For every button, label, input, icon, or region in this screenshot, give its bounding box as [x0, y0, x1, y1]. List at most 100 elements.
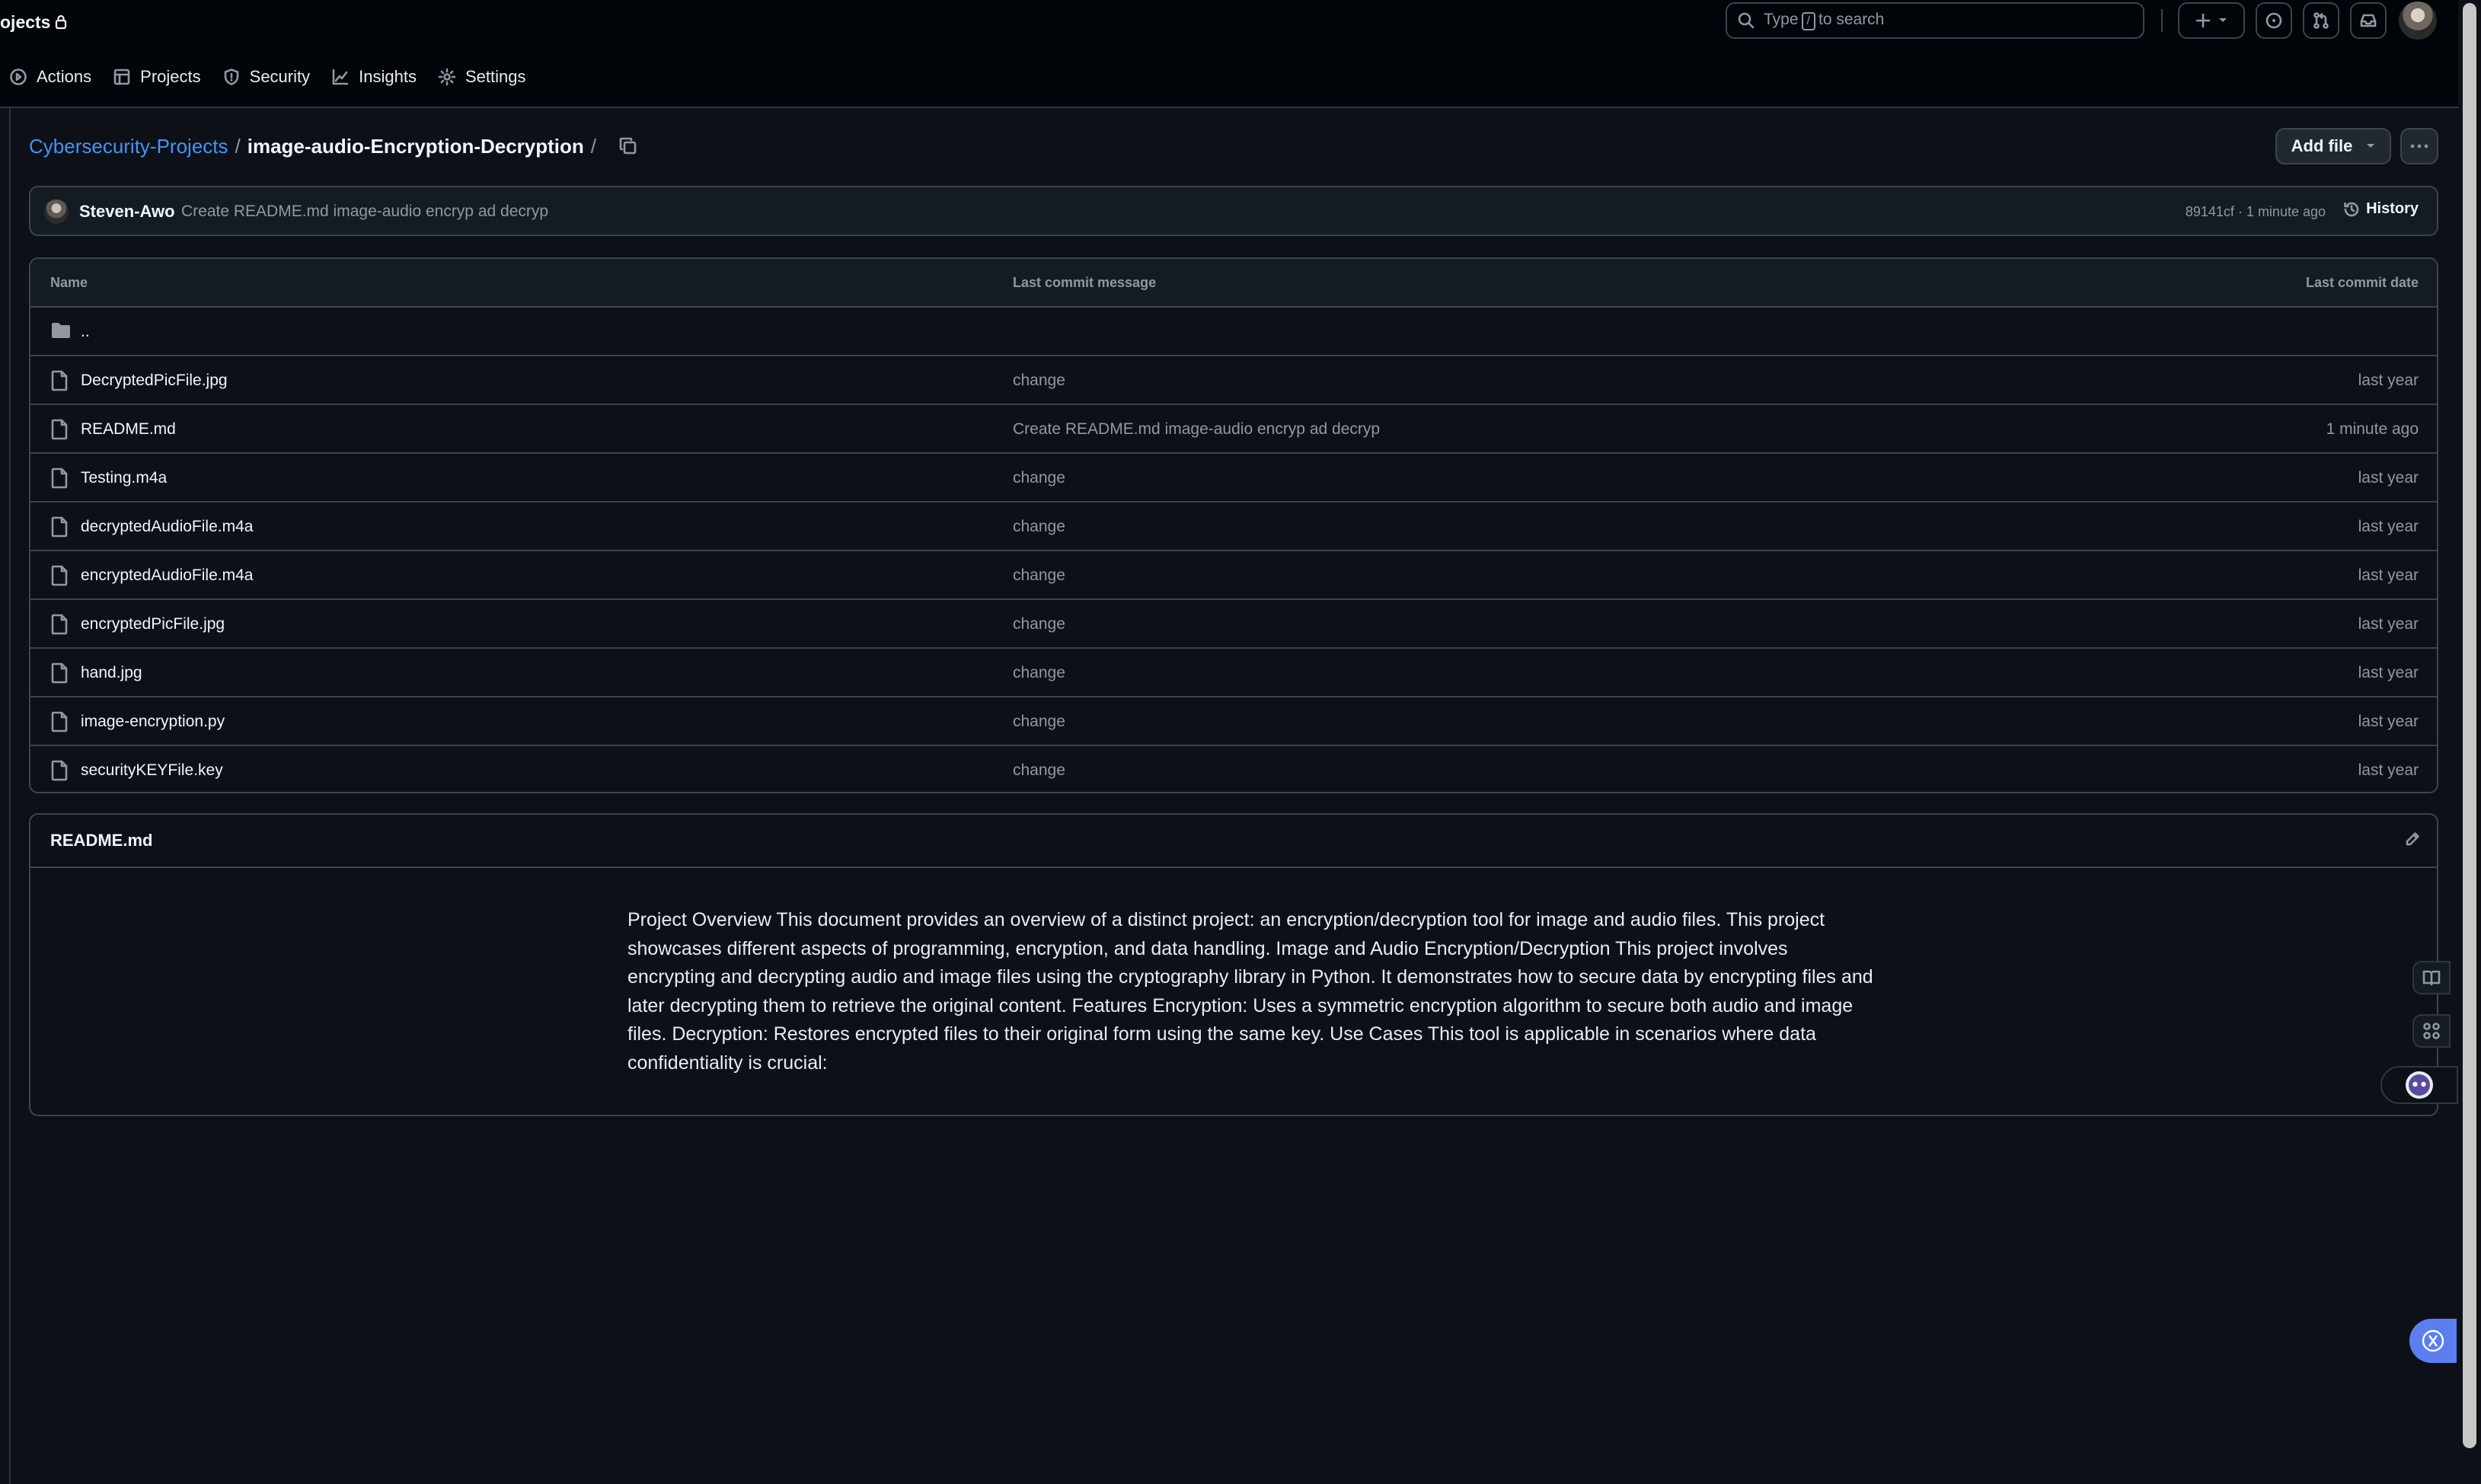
issue-opened-icon	[2265, 11, 2283, 30]
column-name: Name	[50, 275, 88, 290]
file-row[interactable]: encryptedAudioFile.m4a change last year	[30, 551, 2437, 600]
add-file-button[interactable]: Add file	[2275, 128, 2391, 164]
file-commit-message[interactable]: change	[1013, 518, 1065, 536]
breadcrumb-separator: /	[235, 134, 241, 158]
nav-settings-label: Settings	[465, 67, 526, 86]
file-commit-date: last year	[2358, 713, 2419, 730]
file-row[interactable]: DecryptedPicFile.jpg change last year	[30, 356, 2437, 405]
repo-title[interactable]: ojects	[0, 9, 67, 35]
folder-icon	[50, 321, 72, 340]
breadcrumb-separator: /	[590, 134, 597, 158]
file-name-link[interactable]: Testing.m4a	[81, 469, 167, 487]
left-border	[9, 107, 11, 1484]
file-commit-date: last year	[2358, 761, 2419, 779]
file-icon	[50, 662, 69, 684]
nav-actions[interactable]: Actions	[0, 64, 104, 90]
page-scrollbar[interactable]	[2458, 0, 2481, 1484]
file-icon	[50, 565, 69, 586]
issues-button[interactable]	[2256, 2, 2292, 39]
repo-nav: Actions Projects Security Insights Setti…	[0, 64, 538, 90]
file-icon	[50, 419, 69, 440]
file-row[interactable]: securityKEYFile.key change last year	[30, 746, 2437, 792]
breadcrumb-current-dir: image-audio-Encryption-Decryption	[247, 134, 584, 158]
create-new-button[interactable]	[2178, 2, 2245, 39]
commit-message[interactable]: Create README.md image-audio encryp ad d…	[181, 203, 548, 221]
file-commit-message[interactable]: change	[1013, 761, 1065, 780]
file-name-link[interactable]: image-encryption.py	[81, 713, 225, 731]
pull-requests-button[interactable]	[2303, 2, 2339, 39]
file-name-link[interactable]: decryptedAudioFile.m4a	[81, 518, 253, 536]
column-last-commit-message: Last commit message	[1013, 275, 1157, 290]
inbox-button[interactable]	[2350, 2, 2387, 39]
nav-projects-label: Projects	[140, 67, 201, 86]
file-name-link[interactable]: README.md	[81, 420, 176, 439]
inbox-icon	[2359, 11, 2377, 30]
file-icon	[50, 711, 69, 732]
parent-directory-row[interactable]: ..	[30, 308, 2437, 356]
file-commit-message[interactable]: change	[1013, 664, 1065, 682]
assistant-widget-button[interactable]	[2380, 1066, 2458, 1104]
file-commit-message[interactable]: change	[1013, 566, 1065, 585]
commit-author[interactable]: Steven-Awo	[79, 202, 175, 222]
file-row[interactable]: image-encryption.py change last year	[30, 697, 2437, 746]
git-pull-request-icon	[2312, 11, 2330, 30]
file-name-link[interactable]: DecryptedPicFile.jpg	[81, 372, 228, 390]
scissors-icon	[2422, 1329, 2444, 1352]
file-commit-message[interactable]: change	[1013, 469, 1065, 487]
file-commit-date: last year	[2358, 518, 2419, 535]
file-name-link[interactable]: encryptedPicFile.jpg	[81, 615, 225, 633]
history-icon	[2343, 201, 2360, 218]
search-placeholder-after: to search	[1818, 11, 1885, 28]
file-row[interactable]: Testing.m4a change last year	[30, 454, 2437, 503]
nav-projects[interactable]: Projects	[104, 64, 212, 90]
file-name-link[interactable]: encryptedAudioFile.m4a	[81, 566, 253, 585]
file-commit-message[interactable]: change	[1013, 615, 1065, 633]
file-row[interactable]: decryptedAudioFile.m4a change last year	[30, 503, 2437, 551]
file-table: Name Last commit message Last commit dat…	[29, 257, 2438, 793]
search-placeholder-before: Type	[1764, 11, 1799, 28]
history-button[interactable]: History	[2343, 200, 2419, 218]
file-commit-date: last year	[2358, 664, 2419, 681]
file-row[interactable]: hand.jpg change last year	[30, 649, 2437, 697]
reader-mode-button[interactable]	[2412, 961, 2451, 994]
triangle-down-icon	[2366, 143, 2375, 149]
more-options-button[interactable]	[2400, 128, 2438, 164]
latest-commit-bar: Steven-Awo Create README.md image-audio …	[29, 186, 2438, 236]
add-file-label: Add file	[2291, 136, 2353, 155]
breadcrumb: Cybersecurity-Projects / image-audio-Enc…	[29, 132, 638, 160]
readme-content: Project Overview This document provides …	[627, 909, 1873, 1074]
nav-security-label: Security	[249, 67, 311, 86]
bot-face-icon	[2404, 1070, 2435, 1100]
commit-hash-time[interactable]: 89141cf · 1 minute ago	[2186, 204, 2326, 220]
file-commit-message[interactable]: Create README.md image-audio encryp ad d…	[1013, 420, 1380, 439]
file-name-link[interactable]: hand.jpg	[81, 664, 142, 682]
nav-insights[interactable]: Insights	[322, 64, 429, 90]
breadcrumb-repo-link[interactable]: Cybersecurity-Projects	[29, 135, 228, 158]
nav-security[interactable]: Security	[213, 64, 322, 90]
kebab-horizontal-icon	[2410, 144, 2428, 148]
user-avatar[interactable]	[2399, 2, 2437, 40]
apps-icon	[2422, 1021, 2441, 1041]
search-icon	[1738, 12, 1755, 29]
scrollbar-thumb[interactable]	[2463, 3, 2476, 1448]
file-name-link[interactable]: securityKEYFile.key	[81, 761, 223, 780]
commit-author-avatar[interactable]	[44, 199, 69, 224]
repo-title-text[interactable]: ojects	[0, 12, 50, 33]
readme-panel: README.md Project Overview This document…	[29, 813, 2438, 1116]
extension-widget-button[interactable]	[2412, 1014, 2451, 1048]
file-icon	[50, 614, 69, 635]
file-commit-message[interactable]: change	[1013, 372, 1065, 390]
search-input[interactable]: Type / to search	[1726, 2, 2144, 39]
pencil-icon[interactable]	[2403, 830, 2422, 848]
lock-icon	[55, 14, 67, 30]
readme-title[interactable]: README.md	[50, 831, 152, 851]
parent-directory-link[interactable]: ..	[81, 323, 90, 341]
screenshot-tool-button[interactable]	[2409, 1319, 2457, 1363]
file-commit-message[interactable]: change	[1013, 713, 1065, 731]
file-icon	[50, 516, 69, 538]
file-row[interactable]: encryptedPicFile.jpg change last year	[30, 600, 2437, 649]
graph-icon	[331, 68, 350, 86]
copy-path-icon[interactable]	[618, 136, 638, 156]
file-row[interactable]: README.md Create README.md image-audio en…	[30, 405, 2437, 454]
nav-settings[interactable]: Settings	[429, 64, 538, 90]
